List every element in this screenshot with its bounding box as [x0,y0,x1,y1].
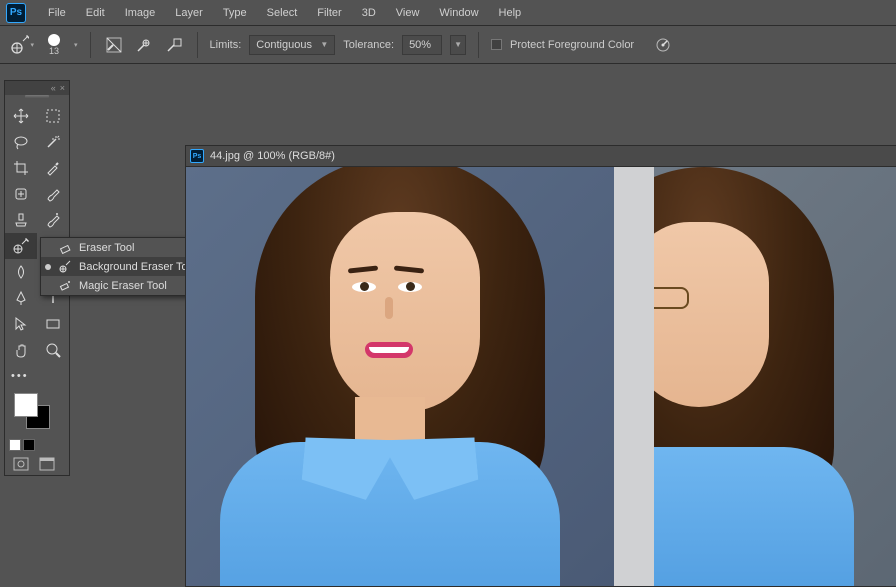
image-left [186,167,614,586]
flyout-label: Background Eraser Tool [79,261,198,273]
brush-size-label: 13 [49,46,59,56]
healing-tool[interactable] [5,181,37,207]
menu-3d[interactable]: 3D [352,7,386,19]
brush-tool[interactable] [37,181,69,207]
selected-dot-icon [45,264,51,270]
menu-window[interactable]: Window [429,7,488,19]
tolerance-value: 50% [409,39,431,51]
chevron-down-icon: ▼ [320,40,328,49]
history-brush-tool[interactable] [37,207,69,233]
swap-colors-icon[interactable] [23,439,35,451]
background-eraser-icon [57,259,73,275]
rectangle-tool[interactable] [37,311,69,337]
menu-filter[interactable]: Filter [307,7,351,19]
screenmode-icon[interactable] [39,457,55,471]
divider [478,32,479,58]
canvas-area: Ps 44.jpg @ 100% (RGB/8#) [185,145,896,576]
panel-grip[interactable] [25,95,49,98]
flyout-label: Eraser Tool [79,242,198,254]
eraser-tool[interactable] [5,233,37,259]
stamp-tool[interactable] [5,207,37,233]
menu-view[interactable]: View [386,7,430,19]
protect-foreground-label: Protect Foreground Color [510,39,634,51]
sampling-once-icon[interactable] [133,34,155,56]
more-tools[interactable]: ••• [5,363,69,389]
foreground-color-swatch[interactable] [14,393,38,417]
crop-tool[interactable] [5,155,37,181]
panel-header: « × [5,81,69,95]
menu-bar: Ps File Edit Image Layer Type Select Fil… [0,0,896,26]
menu-image[interactable]: Image [115,7,166,19]
limits-dropdown[interactable]: Contiguous ▼ [249,35,335,55]
document-titlebar[interactable]: Ps 44.jpg @ 100% (RGB/8#) [185,145,896,167]
marquee-tool[interactable] [37,103,69,129]
image-right [654,167,896,586]
lasso-tool[interactable] [5,129,37,155]
menu-help[interactable]: Help [489,7,532,19]
menu-type[interactable]: Type [213,7,257,19]
divider [90,32,91,58]
app-logo[interactable]: Ps [6,3,26,23]
brush-preset-picker[interactable]: 13 [48,34,60,56]
hand-tool[interactable] [5,337,37,363]
collapse-icon[interactable]: « [51,83,56,93]
image-separator [614,167,654,586]
magic-eraser-icon [57,278,73,294]
document-title: 44.jpg @ 100% (RGB/8#) [210,150,335,162]
tolerance-field[interactable]: 50% [402,35,442,55]
tolerance-label: Tolerance: [343,39,394,51]
menu-select[interactable]: Select [257,7,308,19]
limits-label: Limits: [210,39,242,51]
protect-foreground-checkbox[interactable] [491,39,502,50]
eraser-icon [57,240,73,256]
menu-edit[interactable]: Edit [76,7,115,19]
move-tool[interactable] [5,103,37,129]
brush-dot-icon [48,34,60,46]
menu-layer[interactable]: Layer [165,7,213,19]
document-canvas[interactable] [185,167,896,587]
color-swatches[interactable] [12,393,62,433]
sampling-swatch-icon[interactable] [163,34,185,56]
divider [197,32,198,58]
blur-tool[interactable] [5,259,37,285]
sampling-continuous-icon[interactable] [103,34,125,56]
pen-tool[interactable] [5,285,37,311]
chevron-down-icon: ▼ [454,40,462,49]
pressure-icon[interactable] [652,34,674,56]
tolerance-stepper[interactable]: ▼ [450,35,466,55]
default-colors-icon[interactable] [9,439,21,451]
current-tool-icon[interactable]: ▾ [10,33,34,57]
menu-file[interactable]: File [38,7,76,19]
zoom-tool[interactable] [37,337,69,363]
quickmask-icon[interactable] [13,457,29,471]
eyedropper-tool[interactable] [37,155,69,181]
options-bar: ▾ 13 ▾ Limits: Contiguous ▼ Tolerance: 5… [0,26,896,64]
flyout-label: Magic Eraser Tool [79,280,198,292]
document-window: Ps 44.jpg @ 100% (RGB/8#) [185,145,896,587]
close-icon[interactable]: × [60,83,65,93]
path-selection-tool[interactable] [5,311,37,337]
magic-wand-tool[interactable] [37,129,69,155]
doc-icon: Ps [190,149,204,163]
limits-value: Contiguous [256,39,312,51]
